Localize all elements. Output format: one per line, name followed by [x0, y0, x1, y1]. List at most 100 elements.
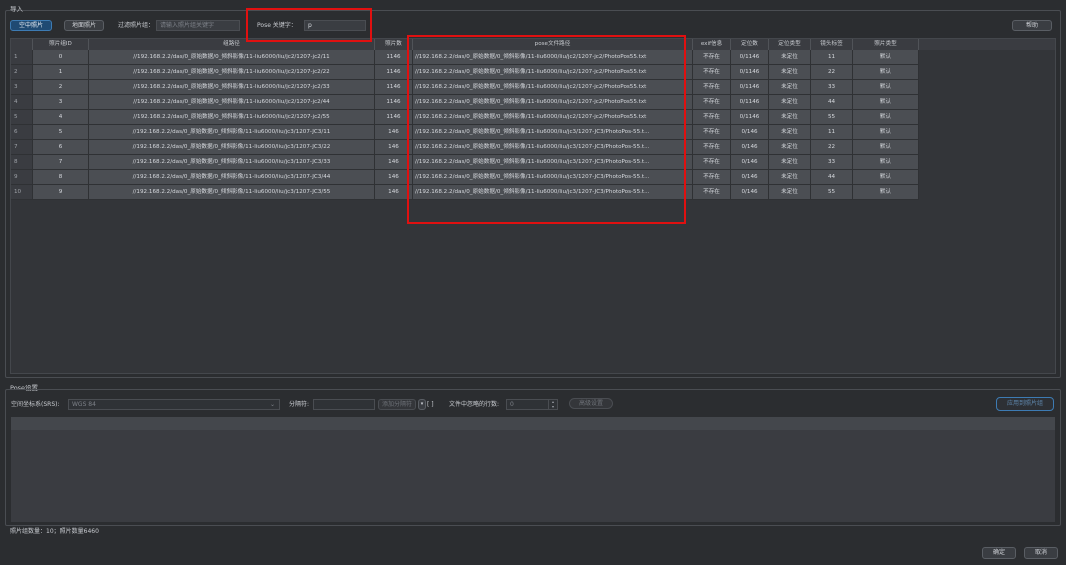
ok-button[interactable]: 确定: [982, 547, 1016, 559]
cell-lens-tag[interactable]: 22: [811, 65, 853, 80]
separator-dropdown-button[interactable]: ▾: [418, 399, 426, 410]
row-number[interactable]: 4: [11, 95, 33, 110]
cell-exif[interactable]: 不存在: [693, 110, 731, 125]
cell-exif[interactable]: 不存在: [693, 65, 731, 80]
cell-lens-tag[interactable]: 44: [811, 95, 853, 110]
cell-photo-type[interactable]: 默认: [853, 125, 919, 140]
row-number[interactable]: 1: [11, 50, 33, 65]
cell-group-path[interactable]: //192.168.2.2/das/0_原始数据/0_倾斜影像/11-liu60…: [89, 155, 375, 170]
cell-located[interactable]: 0/146: [731, 185, 769, 200]
col-location-type[interactable]: 定位类型: [769, 39, 811, 50]
row-number[interactable]: 7: [11, 140, 33, 155]
cell-lens-tag[interactable]: 44: [811, 170, 853, 185]
cell-group-path[interactable]: //192.168.2.2/das/0_原始数据/0_倾斜影像/11-liu60…: [89, 65, 375, 80]
cell-exif[interactable]: 不存在: [693, 80, 731, 95]
cell-group-id[interactable]: 1: [33, 65, 89, 80]
cell-group-id[interactable]: 7: [33, 155, 89, 170]
cell-lens-tag[interactable]: 22: [811, 140, 853, 155]
cell-lens-tag[interactable]: 11: [811, 50, 853, 65]
apply-to-group-button[interactable]: 应用到照片组: [996, 397, 1054, 411]
cell-exif[interactable]: 不存在: [693, 170, 731, 185]
cell-lens-tag[interactable]: 33: [811, 80, 853, 95]
cell-exif[interactable]: 不存在: [693, 95, 731, 110]
cell-located[interactable]: 0/146: [731, 155, 769, 170]
cell-group-id[interactable]: 6: [33, 140, 89, 155]
cell-exif[interactable]: 不存在: [693, 185, 731, 200]
col-photo-type[interactable]: 照片类型: [853, 39, 919, 50]
cell-located[interactable]: 0/1146: [731, 65, 769, 80]
cell-group-path[interactable]: //192.168.2.2/das/0_原始数据/0_倾斜影像/11-liu60…: [89, 170, 375, 185]
cell-photo-type[interactable]: 默认: [853, 185, 919, 200]
cell-exif[interactable]: 不存在: [693, 155, 731, 170]
cell-photo-type[interactable]: 默认: [853, 110, 919, 125]
cell-location-type[interactable]: 未定位: [769, 185, 811, 200]
row-number[interactable]: 10: [11, 185, 33, 200]
cell-group-id[interactable]: 4: [33, 110, 89, 125]
row-number[interactable]: 9: [11, 170, 33, 185]
cell-located[interactable]: 0/1146: [731, 95, 769, 110]
cell-location-type[interactable]: 未定位: [769, 170, 811, 185]
advanced-settings-button[interactable]: 高级设置: [569, 398, 613, 409]
cell-group-path[interactable]: //192.168.2.2/das/0_原始数据/0_倾斜影像/11-liu60…: [89, 50, 375, 65]
cell-exif[interactable]: 不存在: [693, 140, 731, 155]
cell-group-path[interactable]: //192.168.2.2/das/0_原始数据/0_倾斜影像/11-liu60…: [89, 140, 375, 155]
cell-photo-type[interactable]: 默认: [853, 50, 919, 65]
cell-located[interactable]: 0/1146: [731, 50, 769, 65]
cell-photo-type[interactable]: 默认: [853, 95, 919, 110]
cell-location-type[interactable]: 未定位: [769, 80, 811, 95]
cell-group-id[interactable]: 2: [33, 80, 89, 95]
cell-lens-tag[interactable]: 11: [811, 125, 853, 140]
row-number[interactable]: 8: [11, 155, 33, 170]
cell-group-path[interactable]: //192.168.2.2/das/0_原始数据/0_倾斜影像/11-liu60…: [89, 95, 375, 110]
cell-location-type[interactable]: 未定位: [769, 65, 811, 80]
cell-located[interactable]: 0/146: [731, 140, 769, 155]
row-number[interactable]: 5: [11, 110, 33, 125]
cell-located[interactable]: 0/146: [731, 125, 769, 140]
cell-group-path[interactable]: //192.168.2.2/das/0_原始数据/0_倾斜影像/11-liu60…: [89, 80, 375, 95]
col-group-id[interactable]: 照片组ID: [33, 39, 89, 50]
stepper-arrows-icon[interactable]: ▴ ▾: [548, 399, 557, 409]
cell-lens-tag[interactable]: 33: [811, 155, 853, 170]
aerial-photo-button[interactable]: 空中照片: [10, 20, 52, 31]
cancel-button[interactable]: 取消: [1024, 547, 1058, 559]
add-separator-button[interactable]: 添加分隔符: [378, 399, 416, 410]
cell-photo-type[interactable]: 默认: [853, 140, 919, 155]
cell-group-id[interactable]: 0: [33, 50, 89, 65]
ignore-rows-stepper[interactable]: 0 ▴ ▾: [506, 399, 558, 410]
cell-located[interactable]: 0/1146: [731, 80, 769, 95]
col-located[interactable]: 定位数: [731, 39, 769, 50]
separator-input[interactable]: [313, 399, 375, 410]
cell-location-type[interactable]: 未定位: [769, 110, 811, 125]
row-number[interactable]: 3: [11, 80, 33, 95]
cell-located[interactable]: 0/146: [731, 170, 769, 185]
cell-group-path[interactable]: //192.168.2.2/das/0_原始数据/0_倾斜影像/11-liu60…: [89, 110, 375, 125]
cell-photo-type[interactable]: 默认: [853, 80, 919, 95]
cell-group-path[interactable]: //192.168.2.2/das/0_原始数据/0_倾斜影像/11-liu60…: [89, 185, 375, 200]
cell-exif[interactable]: 不存在: [693, 50, 731, 65]
row-number[interactable]: 6: [11, 125, 33, 140]
col-lens-tag[interactable]: 镜头标签: [811, 39, 853, 50]
cell-location-type[interactable]: 未定位: [769, 125, 811, 140]
col-exif[interactable]: exif信息: [693, 39, 731, 50]
cell-location-type[interactable]: 未定位: [769, 155, 811, 170]
cell-location-type[interactable]: 未定位: [769, 50, 811, 65]
cell-location-type[interactable]: 未定位: [769, 95, 811, 110]
cell-photo-type[interactable]: 默认: [853, 65, 919, 80]
srs-select[interactable]: WGS 84 ⌄: [68, 399, 280, 410]
cell-located[interactable]: 0/1146: [731, 110, 769, 125]
filter-input[interactable]: 请输入照片组关键字: [156, 20, 240, 31]
cell-photo-type[interactable]: 默认: [853, 170, 919, 185]
row-number[interactable]: 2: [11, 65, 33, 80]
cell-location-type[interactable]: 未定位: [769, 140, 811, 155]
cell-exif[interactable]: 不存在: [693, 125, 731, 140]
cell-group-id[interactable]: 5: [33, 125, 89, 140]
cell-group-id[interactable]: 9: [33, 185, 89, 200]
cell-group-path[interactable]: //192.168.2.2/das/0_原始数据/0_倾斜影像/11-liu60…: [89, 125, 375, 140]
cell-group-id[interactable]: 3: [33, 95, 89, 110]
cell-lens-tag[interactable]: 55: [811, 185, 853, 200]
help-button[interactable]: 帮助: [1012, 20, 1052, 31]
cell-lens-tag[interactable]: 55: [811, 110, 853, 125]
cell-photo-type[interactable]: 默认: [853, 155, 919, 170]
ground-photo-button[interactable]: 地面照片: [64, 20, 104, 31]
cell-group-id[interactable]: 8: [33, 170, 89, 185]
